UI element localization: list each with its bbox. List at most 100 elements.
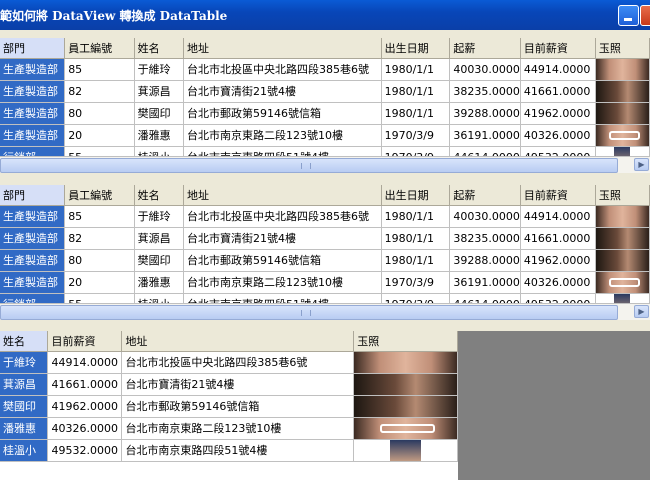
table-cell[interactable]: 生產製造部 (0, 227, 66, 250)
table-row[interactable]: 生產製造部 80 樊國印 台北市郵政第59146號信箱 1980/1/1 39288.00… (0, 249, 650, 272)
table-cell[interactable]: 于維玲 (134, 58, 185, 81)
table-cell[interactable]: 36191.0000 (449, 124, 521, 147)
column-header[interactable]: 目前薪資 (47, 331, 123, 352)
table-cell[interactable]: 49532.0000 (520, 293, 596, 303)
table-cell[interactable]: 44914.0000 (47, 351, 123, 374)
table-cell[interactable]: 1980/1/1 (381, 227, 451, 250)
table-cell[interactable]: 生產製造部 (0, 205, 66, 228)
table-cell[interactable]: 40326.0000 (520, 271, 596, 294)
photo-cell[interactable] (595, 249, 650, 272)
table-cell[interactable]: 1980/1/1 (381, 249, 451, 272)
photo-cell[interactable] (595, 102, 650, 125)
table-cell[interactable]: 41661.0000 (520, 227, 596, 250)
photo-cell[interactable] (353, 417, 458, 440)
column-header[interactable]: 地址 (121, 331, 355, 352)
table-cell[interactable]: 36191.0000 (449, 271, 521, 294)
table-row[interactable]: 生產製造部 85 于維玲 台北市北投區中央北路四段385巷6號 1980/1/1 4003… (0, 58, 650, 81)
table-cell[interactable]: 40326.0000 (47, 417, 123, 440)
table-cell[interactable]: 生產製造部 (0, 102, 66, 125)
table-cell[interactable]: 樊國印 (0, 395, 49, 418)
column-header[interactable]: 姓名 (0, 331, 49, 352)
table-cell[interactable]: 44914.0000 (520, 58, 596, 81)
photo-cell[interactable] (353, 395, 458, 418)
table-cell[interactable]: 20 (64, 271, 135, 294)
table-cell[interactable]: 44614.0000 (449, 293, 521, 303)
table-row[interactable]: 萁源昌 41661.0000 台北市寶清街21號4樓 (0, 373, 458, 396)
table-cell[interactable]: 行銷部 (0, 146, 66, 156)
table-cell[interactable]: 生產製造部 (0, 271, 66, 294)
table-cell[interactable]: 39288.0000 (449, 249, 521, 272)
column-header[interactable]: 玉照 (595, 38, 650, 59)
table-cell[interactable]: 55 (64, 293, 135, 303)
photo-cell[interactable] (353, 351, 458, 374)
datagrid-top[interactable]: 部門 員工編號 姓名 地址 出生日期 起薪 目前薪資 玉照 生產製造部 85 于維玲 台北市北投區中央… (0, 38, 650, 156)
table-cell[interactable]: 80 (64, 249, 135, 272)
table-cell[interactable]: 台北市郵政第59146號信箱 (121, 395, 355, 418)
table-cell[interactable]: 萁源昌 (0, 373, 49, 396)
column-header[interactable]: 出生日期 (381, 38, 451, 59)
table-row[interactable]: 生產製造部 82 萁源昌 台北市寶清街21號4樓 1980/1/1 38235.0000 4… (0, 80, 650, 103)
close-button[interactable] (640, 5, 650, 26)
column-header[interactable]: 起薪 (449, 185, 521, 206)
table-row[interactable]: 行銷部55桂溫小台北市南京東路四段51號4樓1970/3/944614.0000… (0, 293, 650, 303)
horizontal-scrollbar-middle[interactable]: ▶ (0, 303, 650, 320)
table-cell[interactable]: 41661.0000 (47, 373, 123, 396)
photo-cell[interactable] (595, 124, 650, 147)
column-header[interactable]: 員工編號 (64, 38, 135, 59)
scrollbar-thumb[interactable] (0, 158, 618, 173)
table-cell[interactable]: 樊國印 (134, 102, 185, 125)
column-header[interactable]: 部門 (0, 185, 66, 206)
column-header[interactable]: 玉照 (353, 331, 458, 352)
table-cell[interactable]: 生產製造部 (0, 124, 66, 147)
table-row[interactable]: 于維玲 44914.0000 台北市北投區中央北路四段385巷6號 (0, 351, 458, 374)
table-cell[interactable]: 40326.0000 (520, 124, 596, 147)
table-cell[interactable]: 台北市北投區中央北路四段385巷6號 (183, 58, 382, 81)
datagrid-bottom[interactable]: 姓名 目前薪資 地址 玉照 于維玲 44914.0000 台北市北投區中央北路四段385巷6… (0, 331, 458, 480)
table-cell[interactable]: 85 (64, 205, 135, 228)
table-cell[interactable]: 1970/3/9 (381, 293, 451, 303)
photo-cell[interactable] (595, 146, 650, 156)
table-row[interactable]: 桂溫小 49532.0000 台北市南京東路四段51號4樓 (0, 439, 458, 462)
table-cell[interactable]: 38235.0000 (449, 227, 521, 250)
table-cell[interactable]: 潘雅惠 (134, 271, 185, 294)
table-cell[interactable]: 台北市南京東路二段123號10樓 (121, 417, 355, 440)
table-cell[interactable]: 台北市寶清街21號4樓 (121, 373, 355, 396)
table-cell[interactable]: 55 (64, 146, 135, 156)
column-header[interactable]: 玉照 (595, 185, 650, 206)
table-row[interactable]: 生產製造部 20 潘雅惠 台北市南京東路二段123號10樓 1970/3/9 36191.… (0, 271, 650, 294)
table-cell[interactable]: 潘雅惠 (134, 124, 185, 147)
table-cell[interactable]: 39288.0000 (449, 102, 521, 125)
column-header[interactable]: 姓名 (134, 185, 185, 206)
column-header[interactable]: 部門 (0, 38, 66, 59)
table-row[interactable]: 行銷部55桂溫小台北市南京東路四段51號4樓1970/3/944614.0000… (0, 146, 650, 156)
table-cell[interactable]: 台北市北投區中央北路四段385巷6號 (121, 351, 355, 374)
photo-cell[interactable] (353, 373, 458, 396)
column-header[interactable]: 員工編號 (64, 185, 135, 206)
table-cell[interactable]: 行銷部 (0, 293, 66, 303)
table-cell[interactable]: 41962.0000 (520, 249, 596, 272)
table-cell[interactable]: 80 (64, 102, 135, 125)
table-cell[interactable]: 1970/3/9 (381, 146, 451, 156)
table-cell[interactable]: 44614.0000 (449, 146, 521, 156)
table-cell[interactable]: 82 (64, 227, 135, 250)
table-cell[interactable]: 台北市南京東路二段123號10樓 (183, 271, 382, 294)
photo-cell[interactable] (595, 293, 650, 303)
table-cell[interactable]: 49532.0000 (520, 146, 596, 156)
table-cell[interactable]: 台北市北投區中央北路四段385巷6號 (183, 205, 382, 228)
table-cell[interactable]: 生產製造部 (0, 58, 66, 81)
table-cell[interactable]: 桂溫小 (134, 293, 185, 303)
table-cell[interactable]: 85 (64, 58, 135, 81)
column-header[interactable]: 目前薪資 (520, 38, 596, 59)
photo-cell[interactable] (595, 58, 650, 81)
table-row[interactable]: 生產製造部 20 潘雅惠 台北市南京東路二段123號10樓 1970/3/9 36191.… (0, 124, 650, 147)
table-cell[interactable]: 樊國印 (134, 249, 185, 272)
photo-cell[interactable] (595, 205, 650, 228)
table-cell[interactable]: 20 (64, 124, 135, 147)
datagrid-middle[interactable]: 部門 員工編號 姓名 地址 出生日期 起薪 目前薪資 玉照 生產製造部 85 于維玲 台北市北投區中央… (0, 185, 650, 303)
table-cell[interactable]: 生產製造部 (0, 80, 66, 103)
scroll-right-icon[interactable]: ▶ (634, 305, 649, 318)
table-cell[interactable]: 38235.0000 (449, 80, 521, 103)
table-cell[interactable]: 40030.0000 (449, 205, 521, 228)
table-cell[interactable]: 台北市郵政第59146號信箱 (183, 102, 382, 125)
table-cell[interactable]: 台北市郵政第59146號信箱 (183, 249, 382, 272)
